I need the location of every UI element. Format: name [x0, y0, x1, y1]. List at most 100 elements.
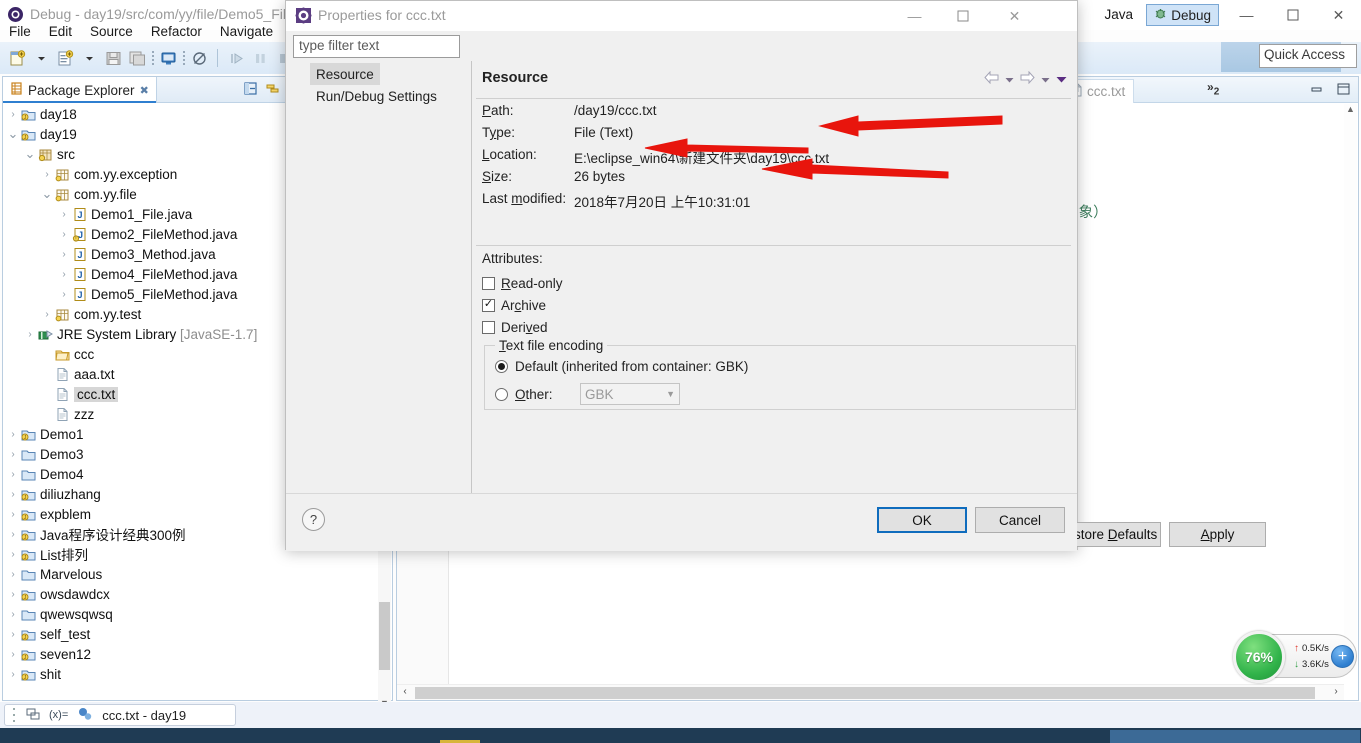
checkbox-read-only[interactable]: Read-only	[482, 273, 563, 293]
tree-item-shit[interactable]: › Jshit	[3, 664, 381, 684]
collapsed-arrow-icon[interactable]: ›	[7, 609, 19, 620]
tree-item-qwewsqwsq[interactable]: › qwewsqwsq	[3, 604, 381, 624]
console-icon[interactable]	[157, 47, 179, 69]
dialog-close-button[interactable]: ✕	[992, 1, 1037, 31]
chevron-down-icon[interactable]	[1056, 72, 1067, 87]
help-button[interactable]: ?	[302, 508, 325, 531]
more-tabs-button[interactable]: »2	[1207, 80, 1219, 97]
speed-expand-button[interactable]: +	[1331, 645, 1354, 668]
collapsed-arrow-icon[interactable]: ›	[58, 289, 70, 300]
editor-scroll-right-button[interactable]: ›	[1328, 686, 1344, 700]
menu-file[interactable]: File	[0, 22, 40, 41]
collapsed-arrow-icon[interactable]: ›	[7, 469, 19, 480]
collapsed-arrow-icon[interactable]: ›	[7, 669, 19, 680]
forward-arrow-icon[interactable]	[1020, 70, 1035, 87]
tree-item-self-test[interactable]: › Jself_test	[3, 624, 381, 644]
editor-scroll-up-button[interactable]: ▲	[1344, 104, 1357, 118]
tree-item-marvelous[interactable]: › Marvelous	[3, 564, 381, 584]
tree-item-owsdawdcx[interactable]: › Jowsdawdcx	[3, 584, 381, 604]
maximize-icon[interactable]	[1336, 82, 1350, 99]
filter-input[interactable]: type filter text	[293, 35, 460, 58]
tree-item-label: Demo1	[40, 426, 84, 442]
radio-other-encoding[interactable]: Other: GBK ▼	[495, 383, 680, 405]
save-icon[interactable]	[102, 47, 124, 69]
checkbox-archive[interactable]: ✓ Archive	[482, 295, 546, 315]
other-encoding-radio[interactable]	[495, 387, 508, 401]
close-x-icon[interactable]: ✖	[140, 84, 149, 97]
speed-percent-ball[interactable]: 76%	[1233, 631, 1285, 683]
java-project-icon: J	[19, 646, 37, 662]
collapsed-arrow-icon[interactable]: ›	[41, 309, 53, 320]
encoding-combo[interactable]: GBK ▼	[580, 383, 680, 405]
collapsed-arrow-icon[interactable]: ›	[7, 549, 19, 560]
new-dropdown-icon[interactable]	[30, 47, 52, 69]
collapsed-arrow-icon[interactable]: ›	[7, 649, 19, 660]
apply-button[interactable]: Apply	[1169, 522, 1266, 547]
collapsed-arrow-icon[interactable]: ›	[7, 529, 19, 540]
menu-edit[interactable]: Edit	[40, 22, 81, 41]
status-drag-handle[interactable]	[13, 708, 17, 722]
read-only-checkbox[interactable]	[482, 276, 495, 290]
back-arrow-icon[interactable]	[984, 70, 999, 87]
collapsed-arrow-icon[interactable]: ›	[24, 329, 36, 340]
collapsed-arrow-icon[interactable]: ›	[58, 229, 70, 240]
tab-package-explorer[interactable]: Package Explorer ✖	[3, 77, 157, 103]
collapse-all-icon[interactable]	[243, 81, 258, 99]
network-speed-widget[interactable]: 76% ↑ 0.5K/s ↓ 3.6K/s +	[1233, 631, 1357, 683]
suspend-icon[interactable]	[249, 47, 271, 69]
derived-checkbox[interactable]	[482, 320, 495, 334]
default-encoding-radio[interactable]	[495, 360, 508, 373]
new-file-icon[interactable]	[6, 47, 28, 69]
ok-button[interactable]: OK	[877, 507, 967, 533]
collapsed-arrow-icon[interactable]: ›	[41, 169, 53, 180]
back-dropdown-icon[interactable]	[1005, 72, 1014, 87]
taskbar-active-item[interactable]	[1110, 730, 1360, 743]
chevron-down-icon[interactable]: ▼	[666, 389, 675, 399]
new-wizard-dropdown-icon[interactable]	[78, 47, 100, 69]
resume-icon[interactable]	[225, 47, 247, 69]
dialog-maximize-button[interactable]	[940, 1, 985, 31]
link-with-editor-icon[interactable]	[265, 81, 280, 99]
collapsed-arrow-icon[interactable]: ›	[58, 269, 70, 280]
new-wizard-icon[interactable]	[54, 47, 76, 69]
nav-item-run-debug-settings[interactable]: Run/Debug Settings	[310, 85, 469, 107]
menu-refactor[interactable]: Refactor	[142, 22, 211, 41]
collapsed-arrow-icon[interactable]: ›	[7, 629, 19, 640]
collapsed-arrow-icon[interactable]: ›	[7, 569, 19, 580]
collapsed-arrow-icon[interactable]: ›	[7, 449, 19, 460]
dialog-minimize-button[interactable]: —	[892, 1, 937, 31]
collapsed-arrow-icon[interactable]: ›	[7, 509, 19, 520]
editor-scroll-left-button[interactable]: ‹	[397, 686, 413, 700]
save-all-icon[interactable]	[126, 47, 148, 69]
tree-scroll-thumb[interactable]	[379, 602, 390, 670]
collapsed-arrow-icon[interactable]: ›	[7, 489, 19, 500]
toolbar-drag-handle-2[interactable]	[181, 49, 186, 67]
perspective-debug[interactable]: Debug	[1146, 4, 1219, 26]
editor-hscroll-thumb[interactable]	[415, 687, 1315, 699]
toolbar-drag-handle[interactable]	[150, 49, 155, 67]
archive-checkbox[interactable]: ✓	[482, 298, 495, 312]
collapsed-arrow-icon[interactable]: ›	[7, 589, 19, 600]
forward-dropdown-icon[interactable]	[1041, 72, 1050, 87]
quick-access-input[interactable]: Quick Access	[1259, 44, 1357, 68]
editor-horizontal-scrollbar[interactable]: ‹ ›	[397, 684, 1344, 700]
collapsed-arrow-icon[interactable]: ›	[58, 209, 70, 220]
expanded-arrow-icon[interactable]: ⌄	[41, 186, 53, 202]
collapsed-arrow-icon[interactable]: ›	[7, 429, 19, 440]
collapsed-arrow-icon[interactable]: ›	[7, 109, 19, 120]
cancel-button[interactable]: Cancel	[975, 507, 1065, 533]
editor-vertical-scrollbar[interactable]: ▲ ▼	[1344, 104, 1357, 670]
collapsed-arrow-icon[interactable]: ›	[58, 249, 70, 260]
perspective-java[interactable]: Java	[1104, 7, 1133, 22]
nav-item-resource[interactable]: Resource	[310, 63, 380, 85]
menu-navigate[interactable]: Navigate	[211, 22, 282, 41]
expanded-arrow-icon[interactable]: ⌄	[7, 126, 19, 142]
checkbox-derived[interactable]: Derived	[482, 317, 548, 337]
tree-item-wdasd[interactable]: ›wdasd	[3, 684, 381, 689]
menu-source[interactable]: Source	[81, 22, 142, 41]
expanded-arrow-icon[interactable]: ⌄	[24, 146, 36, 162]
skip-breakpoints-icon[interactable]	[188, 47, 210, 69]
tree-item-seven12[interactable]: › Jseven12	[3, 644, 381, 664]
radio-default-encoding[interactable]: Default (inherited from container: GBK)	[495, 359, 748, 374]
minimize-icon[interactable]	[1310, 82, 1324, 99]
